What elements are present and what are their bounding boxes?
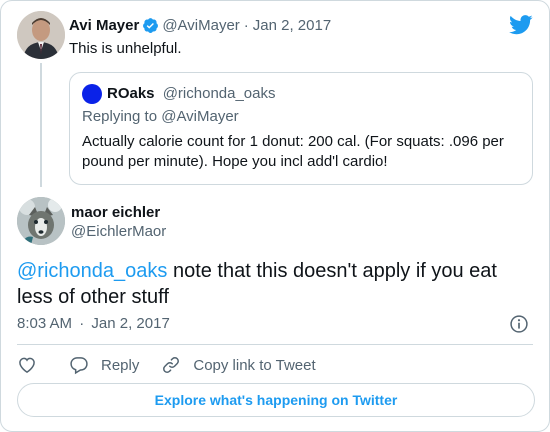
mention-link[interactable]: @richonda_oaks (17, 260, 167, 282)
quoted-tweet-text: Actually calorie count for 1 donut: 200 … (82, 133, 504, 170)
tweet-meta-separator: · (79, 315, 85, 332)
tweet-timestamp[interactable]: 8:03 AM · Jan 2, 2017 (17, 315, 170, 332)
tweet-time: 8:03 AM (17, 315, 73, 332)
quoted-replying-to: Replying to @AviMayer (82, 108, 239, 125)
thread-line (40, 63, 42, 187)
parent-tweet-text: This is unhelpful. (69, 40, 182, 57)
parent-author-name[interactable]: Avi Mayer (69, 17, 139, 34)
tweet-actions: Reply Copy link to Tweet (17, 353, 338, 377)
main-avatar[interactable] (17, 197, 65, 245)
parent-handle[interactable]: @AviMayer (162, 17, 239, 34)
quoted-handle: @richonda_oaks (162, 85, 276, 102)
like-button[interactable] (17, 355, 37, 375)
main-tweet-text: @richonda_oaks note that this doesn't ap… (17, 258, 537, 310)
heart-icon (19, 357, 35, 373)
explore-twitter-button[interactable]: Explore what's happening on Twitter (17, 383, 535, 417)
tweet-date: Jan 2, 2017 (91, 315, 170, 332)
reply-button[interactable]: Reply (69, 355, 139, 375)
embedded-tweet-card: Avi Mayer @AviMayer · Jan 2, 2017 This i… (0, 0, 550, 432)
parent-header: Avi Mayer @AviMayer · Jan 2, 2017 (69, 17, 331, 34)
parent-avatar[interactable] (17, 11, 65, 59)
info-icon[interactable] (509, 314, 529, 334)
main-handle[interactable]: @EichlerMaor (71, 223, 166, 240)
main-author-name[interactable]: maor eichler (71, 204, 160, 221)
verified-badge-icon (143, 18, 159, 33)
link-icon (163, 357, 180, 373)
copy-link-button[interactable]: Copy link to Tweet (161, 355, 316, 375)
reply-label: Reply (101, 356, 140, 374)
parent-date-separator: · (243, 17, 249, 34)
person-photo-icon (17, 11, 65, 59)
quoted-header: ROaks @richonda_oaks (107, 85, 276, 102)
quoted-tweet[interactable]: ROaks @richonda_oaks Replying to @AviMay… (69, 72, 533, 185)
reply-bubble-icon (70, 357, 88, 375)
quoted-avatar[interactable] (82, 84, 102, 104)
twitter-bird-icon[interactable] (509, 15, 533, 35)
divider (17, 344, 533, 345)
dog-photo-icon (17, 197, 65, 245)
parent-date[interactable]: Jan 2, 2017 (253, 17, 331, 34)
copy-link-label: Copy link to Tweet (193, 356, 316, 374)
quoted-author-name: ROaks (107, 85, 155, 102)
